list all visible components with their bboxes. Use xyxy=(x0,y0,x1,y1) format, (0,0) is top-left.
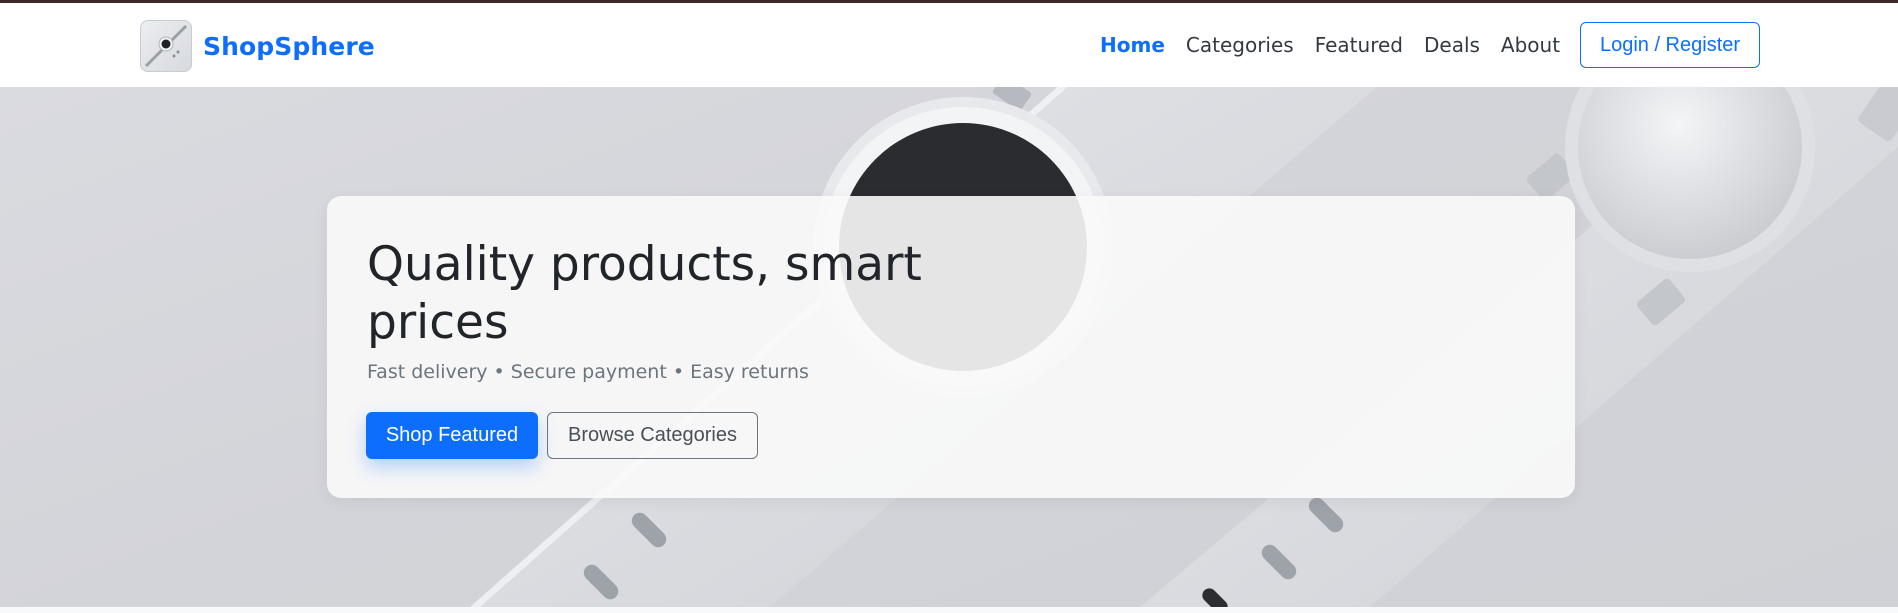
watch-logo-icon xyxy=(140,20,192,72)
navbar: ShopSphere Home Categories Featured Deal… xyxy=(0,3,1898,87)
brand-name: ShopSphere xyxy=(203,31,375,61)
brand-link[interactable]: ShopSphere xyxy=(140,19,375,73)
browse-categories-button[interactable]: Browse Categories xyxy=(547,412,758,459)
nav-home[interactable]: Home xyxy=(1100,33,1165,57)
shop-featured-button[interactable]: Shop Featured xyxy=(366,412,538,459)
hero-section: Quality products, smart prices Fast deli… xyxy=(0,87,1898,607)
hero-subtitle: Fast delivery • Secure payment • Easy re… xyxy=(367,361,809,383)
nav-featured[interactable]: Featured xyxy=(1315,33,1403,57)
nav-about[interactable]: About xyxy=(1501,33,1560,57)
login-register-button[interactable]: Login / Register xyxy=(1580,22,1760,68)
hero-title: Quality products, smart prices xyxy=(367,237,922,350)
main-nav: Home Categories Featured Deals About xyxy=(1100,3,1581,87)
nav-categories[interactable]: Categories xyxy=(1186,33,1294,57)
nav-deals[interactable]: Deals xyxy=(1424,33,1480,57)
hero-card: Quality products, smart prices Fast deli… xyxy=(327,196,1575,498)
